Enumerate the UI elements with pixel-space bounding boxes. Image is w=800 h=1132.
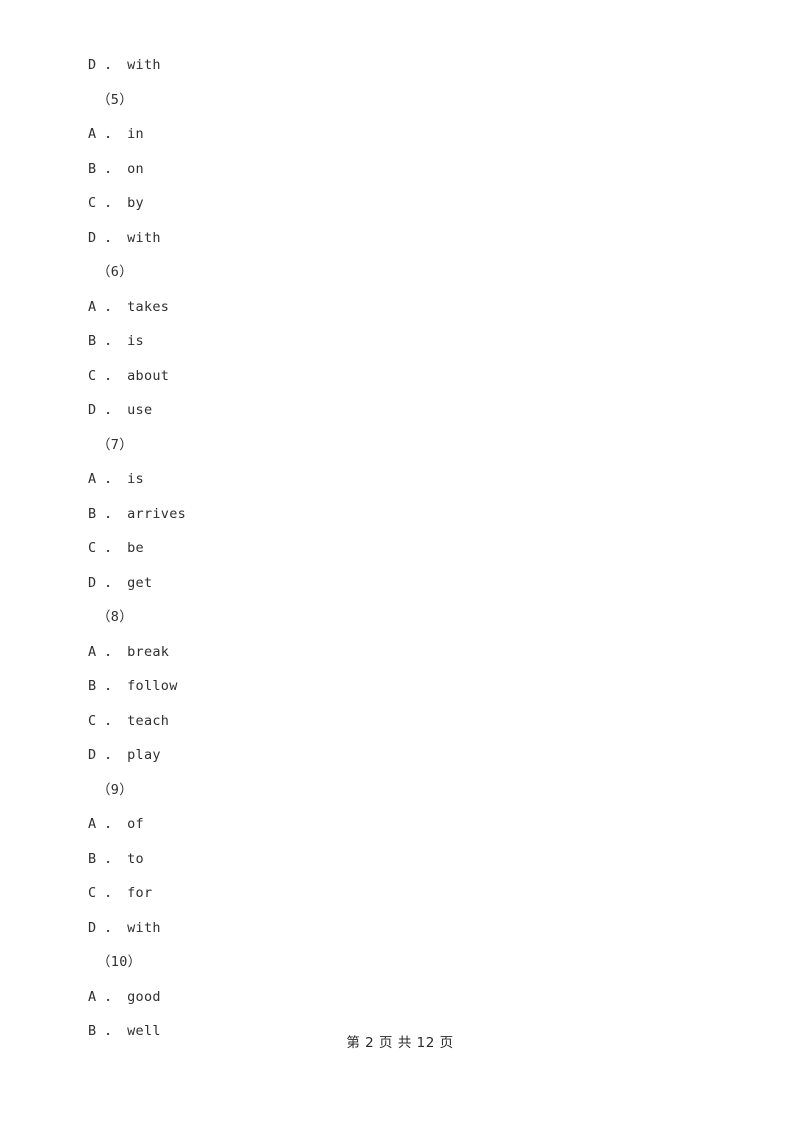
answer-option: A ． of: [88, 816, 144, 832]
question-number: （9）: [97, 781, 134, 798]
answer-option: D ． use: [88, 402, 153, 418]
answer-option: D ． play: [88, 747, 161, 763]
question-number: （6）: [97, 264, 134, 280]
question-options-list: D ． with （5） A ． in B ． on C ． by D ． with （6）…: [88, 48, 708, 1049]
answer-option: A ． is: [88, 471, 144, 487]
question-number: （8）: [97, 609, 134, 625]
answer-option: D ． with: [88, 229, 161, 246]
answer-option: D ． with: [88, 919, 161, 936]
answer-option: C ． about: [88, 367, 170, 384]
answer-option: D ． with: [88, 57, 161, 73]
answer-option: B ． arrives: [88, 505, 187, 522]
answer-option: A ． good: [88, 988, 161, 1005]
answer-option: A ． in: [88, 126, 144, 142]
answer-option: A ． break: [88, 643, 170, 660]
answer-option: C ． teach: [88, 712, 170, 729]
answer-option: D ． get: [88, 574, 153, 591]
answer-option: C ． for: [88, 885, 153, 901]
answer-option: C ． by: [88, 195, 144, 211]
answer-option: C ． be: [88, 540, 144, 556]
question-number: （10）: [97, 954, 142, 970]
document-page: D ． with （5） A ． in B ． on C ． by D ． with （6）…: [0, 0, 800, 1132]
page-footer: 第 2 页 共 12 页: [346, 1035, 454, 1051]
answer-option: B ． on: [88, 160, 144, 177]
answer-option: B ． follow: [88, 678, 178, 694]
answer-option: A ． takes: [88, 298, 170, 315]
question-number: （5）: [97, 91, 134, 108]
answer-option: B ． is: [88, 333, 144, 349]
question-number: （7）: [97, 436, 134, 453]
answer-option: B ． to: [88, 850, 144, 867]
